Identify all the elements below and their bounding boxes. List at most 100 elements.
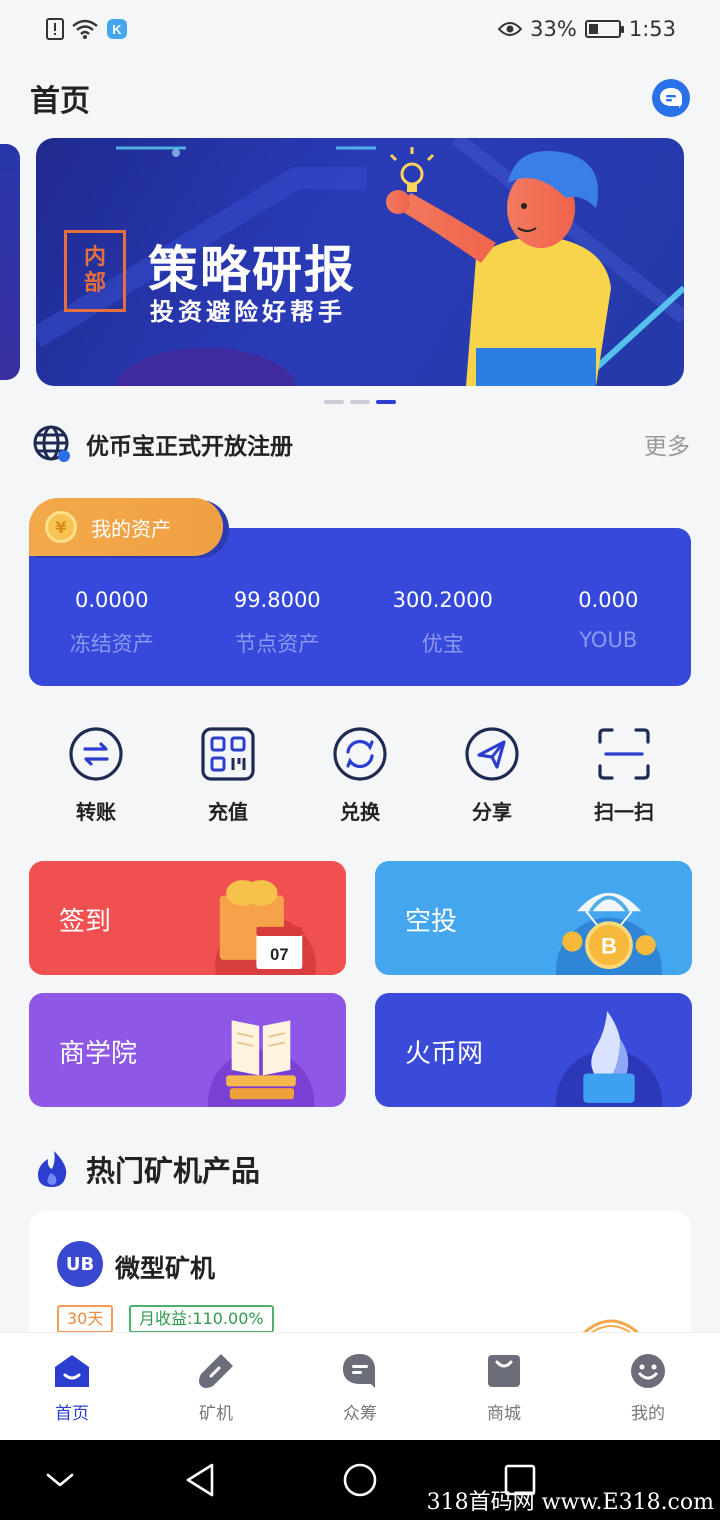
hot-section-title: 热门矿机产品 xyxy=(86,1154,261,1188)
status-left: K xyxy=(46,18,128,40)
asset-value: 300.2000 xyxy=(392,588,493,612)
asset-label: 优宝 xyxy=(421,632,464,656)
qrcode-icon xyxy=(200,726,256,782)
banner-illustration xyxy=(36,138,684,386)
nav-label: 首页 xyxy=(55,1404,89,1424)
wifi-icon xyxy=(72,19,98,39)
nav-crowdfund[interactable]: 众筹 xyxy=(288,1333,432,1440)
nav-profile[interactable]: 我的 xyxy=(576,1333,720,1440)
airdrop-coins-icon: B xyxy=(555,892,663,975)
banner-subtitle: 投资避险好帮手 xyxy=(150,298,346,326)
status-right: 33% 1:53 xyxy=(498,17,676,41)
quick-actions: 转账 充值 兑换 分享 扫一扫 xyxy=(30,726,690,825)
action-recharge[interactable]: 充值 xyxy=(162,726,294,825)
books-icon xyxy=(207,1020,315,1107)
message-button[interactable] xyxy=(652,79,690,117)
asset-value: 0.0000 xyxy=(75,588,149,612)
asset-frozen[interactable]: 0.0000 冻结资产 xyxy=(29,588,195,658)
assets-row: 0.0000 冻结资产 99.8000 节点资产 300.2000 优宝 0.0… xyxy=(29,588,691,658)
asset-value: 99.8000 xyxy=(233,588,321,612)
banner-badge-top: 内 xyxy=(83,245,106,270)
carousel-dot[interactable] xyxy=(350,400,370,404)
status-bar: K 33% 1:53 xyxy=(0,0,720,58)
home-circle-icon xyxy=(343,1463,377,1497)
action-scan[interactable]: 扫一扫 xyxy=(558,726,690,825)
clock: 1:53 xyxy=(628,17,676,41)
product-logo: UB xyxy=(57,1241,103,1287)
crowdfund-icon xyxy=(340,1351,380,1391)
page-title: 首页 xyxy=(30,84,90,119)
academy-label: 商学院 xyxy=(59,1039,138,1069)
globe-icon xyxy=(33,425,70,462)
back-button[interactable] xyxy=(180,1460,220,1500)
chevron-down-icon xyxy=(46,1473,74,1487)
banner-previous-slide[interactable] xyxy=(0,144,20,380)
scan-icon xyxy=(596,726,652,782)
asset-node[interactable]: 99.8000 节点资产 xyxy=(195,588,361,658)
nav-label: 众筹 xyxy=(343,1404,377,1424)
nav-shop[interactable]: 商城 xyxy=(432,1333,576,1440)
action-label: 充值 xyxy=(208,800,248,824)
nav-label: 矿机 xyxy=(199,1404,233,1424)
my-assets-label: 我的资产 xyxy=(91,516,171,541)
action-label: 兑换 xyxy=(340,800,380,824)
transfer-icon xyxy=(68,726,124,782)
battery-level-fill xyxy=(588,24,599,34)
profile-icon xyxy=(628,1351,668,1391)
announcement-text: 优币宝正式开放注册 xyxy=(86,434,293,460)
action-transfer[interactable]: 转账 xyxy=(30,726,162,825)
action-label: 扫一扫 xyxy=(594,800,654,824)
asset-value: 0.000 xyxy=(578,588,639,612)
carousel-indicator xyxy=(0,400,720,404)
sim-alert-icon xyxy=(46,18,64,40)
product-name: 微型矿机 xyxy=(115,1254,216,1283)
asset-youbao[interactable]: 300.2000 优宝 xyxy=(360,588,526,658)
coin-icon: ¥ xyxy=(45,511,77,543)
calendar-day: 07 xyxy=(270,946,288,964)
nav-home[interactable]: 首页 xyxy=(0,1333,144,1440)
home-icon xyxy=(52,1351,92,1391)
airdrop-label: 空投 xyxy=(405,907,458,937)
back-triangle-icon xyxy=(186,1463,214,1497)
duration-tag: 30天 xyxy=(57,1305,114,1333)
header: 首页 xyxy=(30,70,690,126)
signin-label: 签到 xyxy=(59,907,112,937)
asset-label: YOUB xyxy=(579,628,638,652)
action-share[interactable]: 分享 xyxy=(426,726,558,825)
asset-label: 节点资产 xyxy=(235,632,320,656)
miner-icon xyxy=(196,1351,236,1391)
nav-miner[interactable]: 矿机 xyxy=(144,1333,288,1440)
banner-badge: 内 部 xyxy=(64,230,126,312)
hide-nav-button[interactable] xyxy=(40,1460,80,1500)
my-assets-tab[interactable]: ¥ 我的资产 xyxy=(29,498,223,556)
flame-icon xyxy=(38,1151,67,1187)
carousel-dot[interactable] xyxy=(376,400,396,404)
svg-text:B: B xyxy=(601,933,617,958)
hot-section-header: 热门矿机产品 xyxy=(34,1148,260,1190)
app-notification-icon: K xyxy=(106,18,128,40)
signin-card[interactable]: 签到 07 xyxy=(29,861,346,975)
huobi-card[interactable]: 火币网 xyxy=(375,993,692,1107)
academy-card[interactable]: 商学院 xyxy=(29,993,346,1107)
share-icon xyxy=(464,726,520,782)
home-system-button[interactable] xyxy=(340,1460,380,1500)
flame-logo-icon xyxy=(555,1011,663,1107)
banner-badge-bottom: 部 xyxy=(83,271,106,296)
svg-text:K: K xyxy=(112,22,122,37)
asset-youb[interactable]: 0.000 YOUB xyxy=(526,588,692,658)
action-label: 转账 xyxy=(76,800,116,824)
announcement-bar[interactable]: 优币宝正式开放注册 更多 xyxy=(32,420,690,468)
battery-icon xyxy=(584,20,624,38)
action-label: 分享 xyxy=(472,800,512,824)
banner-carousel[interactable]: 内 部 策略研报 投资避险好帮手 xyxy=(36,138,684,386)
exchange-icon xyxy=(332,726,388,782)
carousel-dot[interactable] xyxy=(324,400,344,404)
nav-label: 我的 xyxy=(631,1404,665,1424)
system-navigation-bar: 318首码网 www.E318.com xyxy=(0,1440,720,1520)
action-exchange[interactable]: 兑换 xyxy=(294,726,426,825)
asset-label: 冻结资产 xyxy=(69,632,154,656)
bottom-navigation: 首页 矿机 众筹 商城 我的 xyxy=(0,1332,720,1440)
airdrop-card[interactable]: 空投 B xyxy=(375,861,692,975)
battery-percent: 33% xyxy=(530,17,577,41)
more-link[interactable]: 更多 xyxy=(644,427,690,461)
